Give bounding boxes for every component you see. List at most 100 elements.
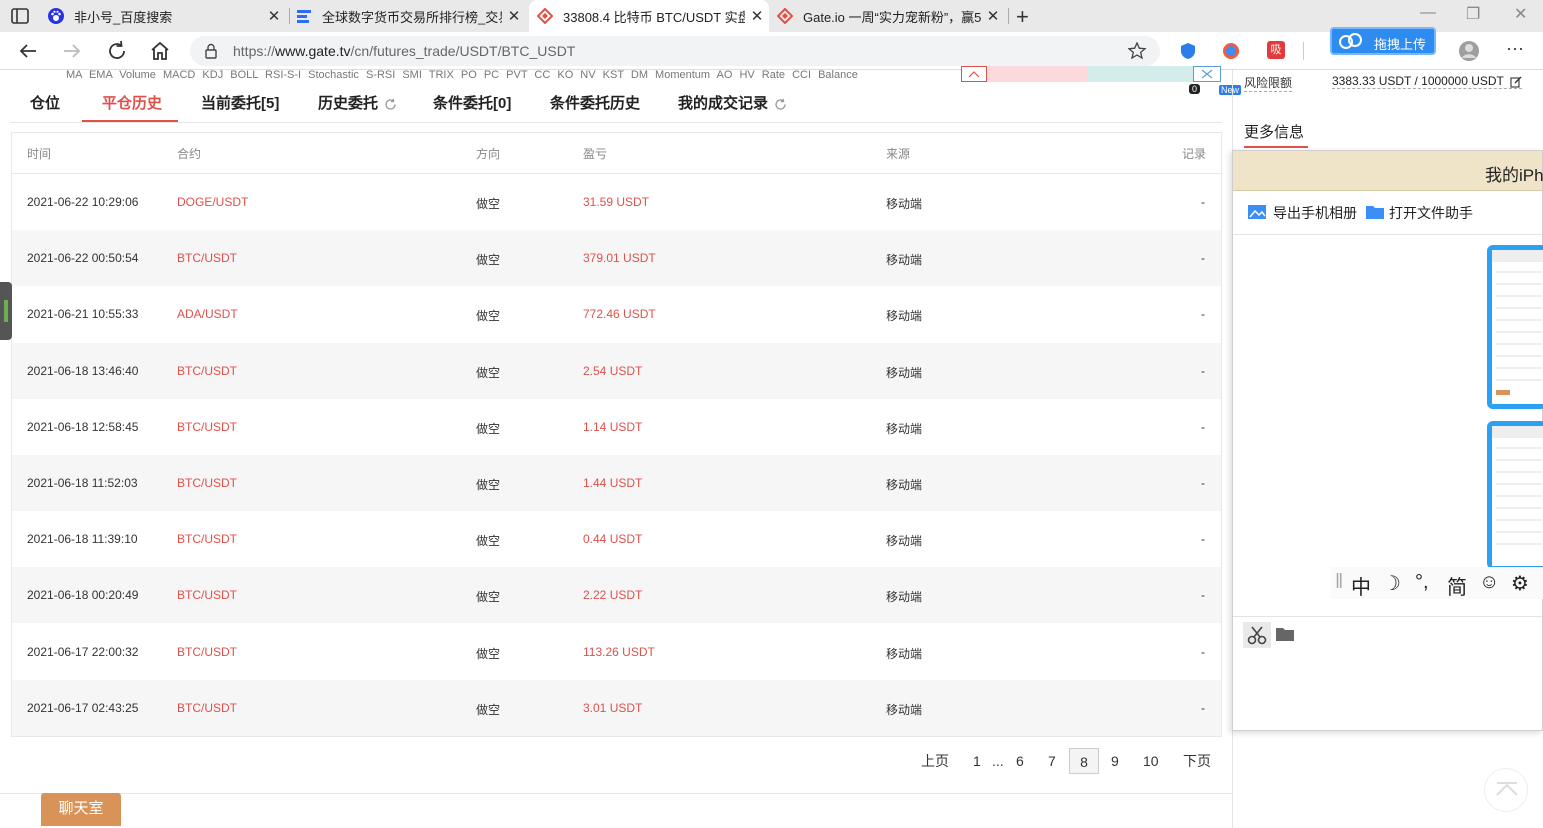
side-drag-handle[interactable]	[0, 282, 12, 340]
ime-chinese-mode[interactable]: 中	[1351, 571, 1371, 600]
phone-screenshot-thumbnail[interactable]	[1487, 421, 1543, 569]
phone-action-bar: 导出手机相册 打开文件助手	[1233, 191, 1542, 235]
extension-colorful-icon[interactable]	[1221, 41, 1241, 61]
edit-icon[interactable]	[1510, 76, 1522, 88]
thumbnail-preview	[1492, 250, 1543, 404]
collapse-up-icon[interactable]	[961, 66, 987, 82]
tab-close-icon[interactable]: ✕	[745, 7, 769, 25]
tab-conditional-history[interactable]: 条件委托历史	[550, 92, 640, 113]
profile-avatar-icon[interactable]	[1458, 40, 1480, 62]
tab-gate-promo[interactable]: Gate.io 一周“实力宠新粉”，赢5,0 ✕	[777, 0, 1005, 32]
cell-source: 移动端	[886, 365, 923, 380]
ime-punctuation[interactable]: °,	[1415, 571, 1429, 594]
page-8-current[interactable]: 8	[1069, 748, 1099, 774]
tab-title: 33808.4 比特币 BTC/USDT 实盘交	[563, 9, 745, 25]
chevron-up-icon	[1496, 782, 1518, 796]
cell-time: 2021-06-18 12:58:45	[27, 419, 139, 434]
tab-title: 全球数字货币交易所排行榜_交易	[322, 9, 502, 25]
phone-input-divider	[1233, 616, 1542, 617]
page-1-button[interactable]: 1	[973, 748, 981, 774]
tab-open-orders[interactable]: 当前委托[5]	[201, 92, 279, 113]
new-tab-icon[interactable]: +	[1016, 4, 1029, 30]
buy-depth-bar	[1087, 66, 1193, 82]
risk-limit-value[interactable]: 3383.33 USDT / 1000000 USDT	[1332, 74, 1523, 89]
lock-icon[interactable]	[204, 43, 218, 59]
minimize-icon[interactable]: —	[1420, 4, 1436, 22]
ime-moon-icon[interactable]: ☽	[1383, 571, 1401, 596]
extension-red-icon[interactable]: 吸	[1267, 41, 1285, 59]
close-window-icon[interactable]: ✕	[1514, 4, 1527, 24]
tab-closed-history[interactable]: 平仓历史	[102, 92, 162, 113]
home-icon[interactable]	[148, 39, 172, 63]
page-7-button[interactable]: 7	[1048, 748, 1056, 774]
ime-simplified[interactable]: 简	[1447, 571, 1467, 600]
url-input[interactable]: https://www.gate.tv/cn/futures_trade/USD…	[190, 36, 1160, 66]
tab-label: 我的成交记录	[678, 95, 769, 112]
open-file-helper-link[interactable]: 打开文件助手	[1389, 203, 1473, 223]
scroll-to-top-button[interactable]	[1484, 768, 1528, 812]
indicator-list[interactable]: MA EMA Volume MACD KDJ BOLL RSI-S-I Stoc…	[66, 69, 858, 81]
cell-direction: 做空	[476, 478, 501, 492]
cell-direction: 做空	[476, 197, 501, 211]
tab-my-trades[interactable]: 我的成交记录	[678, 92, 787, 113]
chatroom-button[interactable]: 聊天室	[41, 793, 121, 826]
cell-record: -	[1201, 251, 1205, 266]
cell-pnl: 2.22 USDT	[583, 588, 643, 603]
page-6-button[interactable]: 6	[1016, 748, 1024, 774]
cell-direction: 做空	[476, 309, 501, 324]
cell-pnl: 0.44 USDT	[583, 532, 643, 547]
new-badge: New	[1219, 85, 1242, 95]
cell-time: 2021-06-18 11:39:10	[27, 532, 138, 547]
back-icon[interactable]	[16, 39, 40, 63]
table-row: 2021-06-17 22:00:32 BTC/USDT 做空 113.26 USDT…	[12, 624, 1221, 680]
expand-icon[interactable]	[1193, 66, 1221, 82]
add-favorite-icon[interactable]	[1128, 42, 1148, 60]
refresh-icon[interactable]	[774, 98, 787, 111]
ranking-site-icon	[297, 10, 311, 23]
folder-icon[interactable]	[1365, 203, 1385, 221]
pagination-ellipsis: ...	[992, 753, 1004, 769]
tab-actions-icon[interactable]	[10, 6, 30, 26]
tab-positions[interactable]: 仓位	[30, 92, 60, 113]
cell-source: 移动端	[886, 478, 923, 492]
tab-title: 非小号_百度搜索	[74, 9, 173, 25]
cell-source: 移动端	[886, 253, 923, 268]
phone-screenshot-thumbnail[interactable]	[1487, 245, 1543, 409]
address-bar-row: https://www.gate.tv/cn/futures_trade/USD…	[0, 32, 1543, 95]
screenshot-scissors-icon[interactable]	[1243, 622, 1271, 648]
more-menu-icon[interactable]: ···	[1506, 38, 1524, 59]
tab-close-icon[interactable]: ✕	[981, 7, 1005, 25]
prev-page-button[interactable]: 上页	[921, 748, 949, 774]
cell-pnl: 2.54 USDT	[583, 363, 643, 378]
ime-settings-icon[interactable]: ⚙	[1511, 571, 1529, 596]
tab-order-history[interactable]: 历史委托	[318, 92, 397, 113]
ime-emoji-icon[interactable]: ☺	[1479, 571, 1499, 594]
cell-source: 移动端	[886, 309, 923, 324]
ime-drag-grip[interactable]: ‖	[1335, 571, 1343, 594]
next-page-button[interactable]: 下页	[1183, 748, 1211, 774]
photo-export-icon[interactable]	[1247, 203, 1267, 221]
cell-source: 移动端	[886, 197, 923, 211]
tab-conditional-orders[interactable]: 条件委托[0]	[433, 92, 511, 113]
tab-exchange-ranking[interactable]: 全球数字货币交易所排行榜_交易 ✕	[296, 0, 526, 32]
maximize-icon[interactable]: ❐	[1466, 4, 1480, 24]
tab-close-icon[interactable]: ✕	[502, 7, 526, 25]
forward-icon[interactable]	[60, 39, 84, 63]
refresh-icon[interactable]	[384, 98, 397, 111]
cell-record: -	[1201, 476, 1205, 490]
extension-shield-icon[interactable]	[1178, 41, 1198, 61]
drag-upload-button[interactable]: 拖拽上传	[1330, 27, 1436, 55]
tab-baidu-search[interactable]: 非小号_百度搜索 ✕	[48, 0, 286, 32]
refresh-icon[interactable]	[105, 39, 129, 63]
tab-btc-usdt[interactable]: 33808.4 比特币 BTC/USDT 实盘交 ✕	[529, 0, 769, 32]
tab-close-icon[interactable]: ✕	[262, 7, 286, 25]
table-row: 2021-06-18 11:52:03 BTC/USDT 做空 1.44 USDT 移动…	[12, 455, 1221, 511]
export-album-link[interactable]: 导出手机相册	[1273, 203, 1357, 223]
header-direction: 方向	[476, 147, 501, 161]
cell-direction: 做空	[476, 646, 501, 661]
page-10-button[interactable]: 10	[1143, 748, 1159, 774]
more-info-heading[interactable]: 更多信息	[1244, 121, 1304, 142]
send-folder-icon[interactable]	[1275, 626, 1295, 642]
page-9-button[interactable]: 9	[1111, 748, 1119, 774]
cell-time: 2021-06-22 00:50:54	[27, 251, 139, 266]
